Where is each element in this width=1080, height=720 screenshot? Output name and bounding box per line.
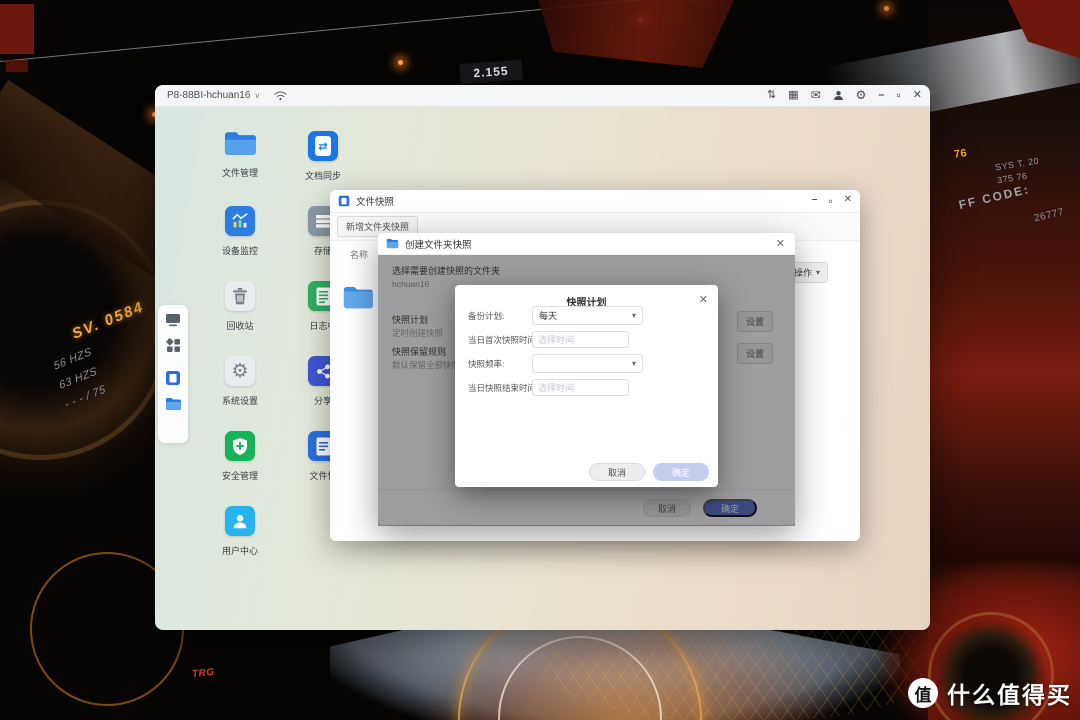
wallpaper-red-shape	[538, 0, 734, 68]
system-settings-icon: ⚙	[225, 356, 255, 386]
security-shield-icon	[225, 431, 255, 461]
apps-grid-icon[interactable]	[165, 338, 181, 353]
doc-sync-icon: ⇄	[308, 131, 338, 161]
dialog-titlebar[interactable]: 创建文件夹快照	[378, 233, 795, 255]
form-row: 当日快照结束时间:	[468, 378, 629, 397]
file-manager-folder-icon	[224, 132, 256, 155]
desktop-icon-file-manager[interactable]: 文件管理	[208, 131, 272, 179]
layout-grid-icon[interactable]	[788, 90, 798, 101]
file-snapshot-app-icon	[338, 195, 350, 207]
first-snapshot-time-input[interactable]	[532, 331, 629, 348]
mail-icon[interactable]	[811, 89, 821, 102]
recycle-bin-icon	[225, 281, 255, 311]
file-snapshot-doc-icon[interactable]	[165, 370, 181, 386]
first-snapshot-time-label: 当日首次快照时间:	[468, 334, 539, 345]
wifi-icon[interactable]	[274, 90, 287, 101]
device-name: P8-88BI-hchuan16	[167, 90, 251, 101]
close-icon[interactable]	[699, 293, 708, 306]
desktop-icon-label: 回收站	[226, 321, 254, 331]
snapshot-row-folder-icon[interactable]	[343, 286, 373, 311]
snapshot-end-time-label: 当日快照结束时间:	[468, 382, 539, 393]
desktop-icon-user-center[interactable]: 用户中心	[208, 506, 272, 557]
minimize-icon[interactable]	[878, 90, 884, 101]
device-name-menu[interactable]: P8-88BI-hchuan16	[167, 90, 260, 101]
dock	[158, 305, 188, 443]
window-titlebar[interactable]: 文件快照	[330, 190, 860, 213]
close-icon[interactable]	[913, 90, 922, 101]
desktop-icon-label: 用户中心	[221, 546, 258, 556]
desktop-icon-label: 系统设置	[221, 396, 258, 406]
desktop-icon-label: 安全管理	[221, 471, 258, 481]
smzdm-logo-icon: 值	[908, 678, 938, 708]
backup-plan-select[interactable]: 每天	[532, 306, 643, 325]
desktop-icon-security[interactable]: 安全管理	[208, 431, 272, 482]
dialog-title: 创建文件夹快照	[405, 239, 472, 251]
close-icon[interactable]	[776, 237, 785, 250]
cancel-button[interactable]: 取消	[589, 463, 645, 481]
hud-trg: TRG	[191, 666, 216, 681]
device-monitor-icon	[225, 206, 255, 236]
sort-icon[interactable]	[767, 90, 776, 101]
name-column-header: 名称	[350, 250, 369, 260]
user-center-icon	[225, 506, 255, 536]
screen: 2.155 SV. 0584 56 HZS 63 HZS - - - / 75 …	[0, 0, 1080, 720]
desktop-icon-recycle-bin[interactable]: 回收站	[208, 281, 272, 332]
desktop-icon-label: 文档同步	[304, 171, 341, 181]
snapshot-frequency-select[interactable]	[532, 354, 643, 373]
maximize-icon[interactable]	[828, 194, 832, 208]
backup-plan-label: 备份计划:	[468, 310, 505, 321]
watermark-brand: 什么值得买	[947, 682, 1072, 708]
glow-dot	[398, 60, 403, 65]
snapshot-frequency-label: 快照频率:	[468, 358, 505, 369]
titlebar-controls	[767, 85, 922, 106]
desktop-icon-label: 文件管理	[221, 168, 258, 178]
form-row: 快照频率:	[468, 354, 643, 373]
window-title: 文件快照	[356, 197, 395, 208]
wallpaper-red-shape	[6, 60, 28, 72]
glow-dot	[884, 6, 889, 11]
minimize-icon[interactable]	[812, 194, 818, 208]
hud-speed-value: 2.155	[459, 59, 523, 85]
desktop-titlebar: P8-88BI-hchuan16	[155, 85, 930, 107]
window-controls	[812, 194, 852, 208]
desktop-icon-system-settings[interactable]: ⚙ 系统设置	[208, 356, 272, 407]
close-icon[interactable]	[844, 194, 852, 208]
desktop-icon-doc-sync[interactable]: ⇄ 文档同步	[291, 131, 355, 182]
file-manager-folder-icon[interactable]	[165, 397, 182, 411]
form-row: 当日首次快照时间:	[468, 330, 629, 349]
hud-right-orange: 76	[953, 147, 969, 161]
snapshot-end-time-input[interactable]	[532, 379, 629, 396]
folder-icon	[386, 238, 399, 249]
confirm-button[interactable]: 确定	[653, 463, 709, 481]
user-icon[interactable]	[833, 90, 844, 101]
wallpaper-red-shape	[0, 4, 34, 54]
desktop-icon-label: 设备监控	[221, 246, 258, 256]
watermark: 值 什么值得买	[908, 676, 1072, 710]
desktop-icon-device-monitor[interactable]: 设备监控	[208, 206, 272, 257]
form-row: 备份计划: 每天	[468, 306, 643, 325]
desktop-monitor-icon[interactable]	[165, 313, 181, 327]
snapshot-plan-dialog: 快照计划 备份计划: 每天 当日首次快照时间: 快照频率: 当日快照结束时间: …	[455, 285, 718, 487]
settings-gear-icon[interactable]	[856, 89, 867, 102]
maximize-icon[interactable]	[897, 89, 901, 102]
